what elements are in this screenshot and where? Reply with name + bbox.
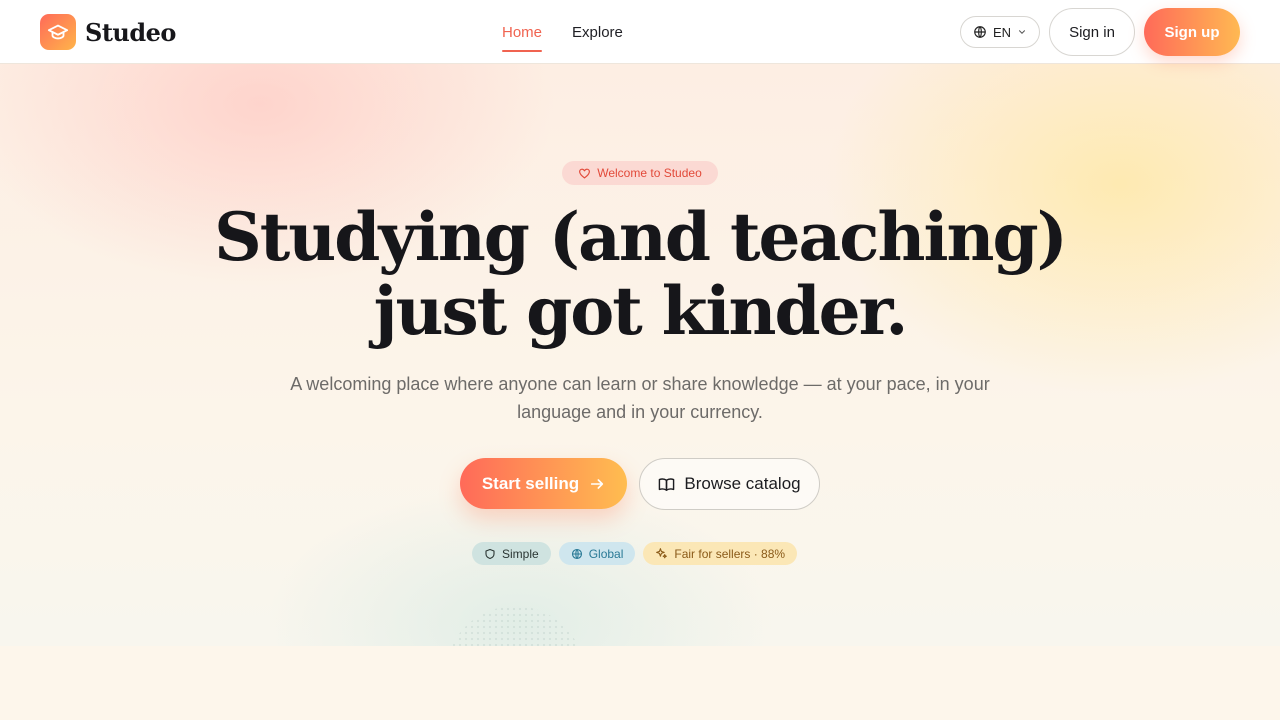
browse-catalog-button[interactable]: Browse catalog bbox=[639, 458, 820, 510]
nav-explore[interactable]: Explore bbox=[572, 0, 623, 64]
shield-icon bbox=[484, 548, 496, 560]
signup-button[interactable]: Sign up bbox=[1144, 8, 1240, 56]
badge-simple-label: Simple bbox=[502, 546, 539, 561]
decorative-dot-pattern bbox=[445, 606, 585, 646]
heart-icon bbox=[578, 167, 591, 180]
globe-icon bbox=[973, 25, 987, 39]
main-nav: Home Explore bbox=[502, 0, 623, 64]
lower-section bbox=[0, 646, 1280, 720]
badge-fair-label: Fair for sellers · 88% bbox=[674, 546, 786, 561]
globe-icon bbox=[571, 548, 583, 560]
top-header: Studeo Home Explore EN Sign in Sign up bbox=[0, 0, 1280, 64]
start-selling-label: Start selling bbox=[481, 473, 580, 493]
arrow-right-icon bbox=[589, 476, 605, 492]
chevron-down-icon bbox=[1017, 27, 1027, 37]
book-open-icon bbox=[658, 476, 675, 493]
sparkles-icon bbox=[655, 547, 668, 560]
language-code: EN bbox=[992, 24, 1011, 40]
nav-home[interactable]: Home bbox=[502, 0, 543, 64]
hero-subtitle: A welcoming place where anyone can learn… bbox=[290, 374, 990, 422]
brand-logo[interactable]: Studeo bbox=[40, 14, 176, 50]
badge-global: Global bbox=[558, 542, 636, 565]
language-selector[interactable]: EN bbox=[959, 16, 1040, 48]
hero-section: Welcome to Studeo Studying (and teaching… bbox=[0, 64, 1280, 646]
graduation-cap-icon bbox=[40, 14, 76, 50]
signin-button[interactable]: Sign in bbox=[1049, 8, 1135, 56]
hero-headline: Studying (and teaching) just got kinder. bbox=[214, 198, 1068, 350]
welcome-text: Welcome to Studeo bbox=[597, 166, 702, 180]
badge-fair: Fair for sellers · 88% bbox=[643, 542, 798, 565]
hero-cta-row: Start selling Browse catalog bbox=[460, 458, 820, 510]
badge-global-label: Global bbox=[588, 546, 624, 561]
start-selling-button[interactable]: Start selling bbox=[460, 458, 627, 509]
feature-badges: Simple Global Fair for sellers · 88% bbox=[472, 542, 798, 565]
brand-name: Studeo bbox=[85, 17, 176, 47]
header-actions: EN Sign in Sign up bbox=[959, 8, 1240, 56]
badge-simple: Simple bbox=[472, 542, 551, 565]
welcome-badge: Welcome to Studeo bbox=[562, 161, 718, 185]
browse-catalog-label: Browse catalog bbox=[684, 474, 801, 493]
